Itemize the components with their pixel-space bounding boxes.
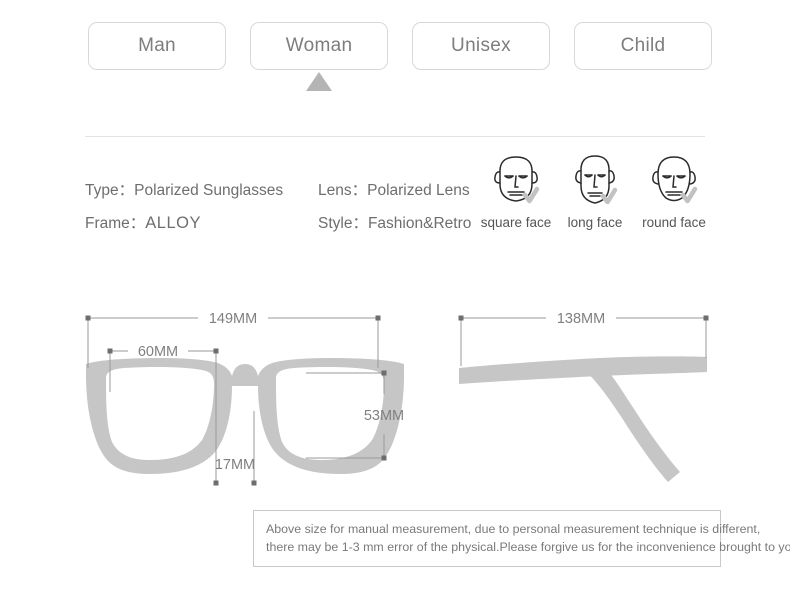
section-divider (85, 136, 705, 137)
label-lens-width: 60MM (138, 344, 178, 360)
dimension-marker (213, 348, 219, 354)
spec-list: Type： Polarized Sunglasses Lens： Polariz… (85, 178, 471, 244)
spec-value-frame: ALLOY (145, 214, 201, 232)
tab-wrap-man: Man (88, 22, 226, 72)
tab-wrap-child: Child (574, 22, 712, 72)
spec-field-style: Style： Fashion&Retro (318, 211, 471, 233)
disclaimer-line-1: Above size for manual measurement, due t… (266, 522, 761, 536)
dimension-marker (703, 315, 709, 321)
spec-label-lens: Lens： (318, 182, 368, 199)
spec-label-frame: Frame： (85, 215, 146, 232)
face-label-round: round face (642, 215, 706, 230)
dimension-marker (107, 348, 113, 354)
face-shape-list: square face long face round face (478, 146, 712, 230)
spec-field-frame: Frame： ALLOY (85, 211, 318, 233)
spec-value-type: Polarized Sunglasses (134, 182, 284, 199)
face-item-square: square face (478, 146, 554, 230)
tab-child[interactable]: Child (574, 22, 712, 70)
spec-field-lens: Lens： Polarized Lens (318, 178, 470, 200)
dimension-marker (458, 315, 464, 321)
measurement-diagram: 149MM 60MM 53MM 17MM 138MM (0, 296, 790, 506)
label-total-width: 149MM (209, 311, 257, 327)
spec-field-type: Type： Polarized Sunglasses (85, 178, 318, 200)
measurement-disclaimer: Above size for manual measurement, due t… (253, 510, 790, 567)
check-icon (680, 186, 698, 204)
disclaimer-line-2: there may be 1-3 mm error of the physica… (266, 540, 790, 554)
spec-row-type-lens: Type： Polarized Sunglasses Lens： Polariz… (85, 178, 471, 211)
tab-wrap-woman: Woman (250, 22, 388, 91)
tab-unisex[interactable]: Unisex (412, 22, 550, 70)
dimension-marker (251, 480, 257, 486)
long-face-icon (575, 155, 618, 205)
round-face-icon (652, 156, 698, 204)
tab-woman[interactable]: Woman (250, 22, 388, 70)
dimension-marker (381, 370, 387, 376)
face-label-square: square face (480, 215, 552, 230)
spec-label-type: Type： (85, 182, 135, 199)
temple-bar (459, 356, 707, 384)
dimension-marker (375, 315, 381, 321)
tab-man[interactable]: Man (88, 22, 226, 70)
dimension-marker (85, 315, 91, 321)
spec-label-style: Style： (318, 215, 368, 232)
triangle-up-icon (306, 72, 332, 91)
dimension-marker (381, 455, 387, 461)
gender-tab-bar: Man Woman Unisex Child (88, 22, 712, 91)
spec-value-lens: Polarized Lens (367, 182, 470, 199)
face-item-long: long face (557, 146, 633, 230)
label-temple-length: 138MM (557, 311, 605, 327)
spec-row-frame-style: Frame： ALLOY Style： Fashion&Retro (85, 211, 471, 244)
face-item-round: round face (636, 146, 712, 230)
label-lens-height: 53MM (364, 408, 404, 424)
spec-value-style: Fashion&Retro (367, 215, 472, 232)
label-bridge-width: 17MM (215, 457, 255, 473)
square-face-icon (494, 156, 540, 204)
dimension-marker (213, 480, 219, 486)
temple-earpiece (584, 359, 680, 482)
face-label-long: long face (567, 215, 623, 230)
tab-wrap-unisex: Unisex (412, 22, 550, 72)
glasses-side-view (459, 356, 707, 482)
